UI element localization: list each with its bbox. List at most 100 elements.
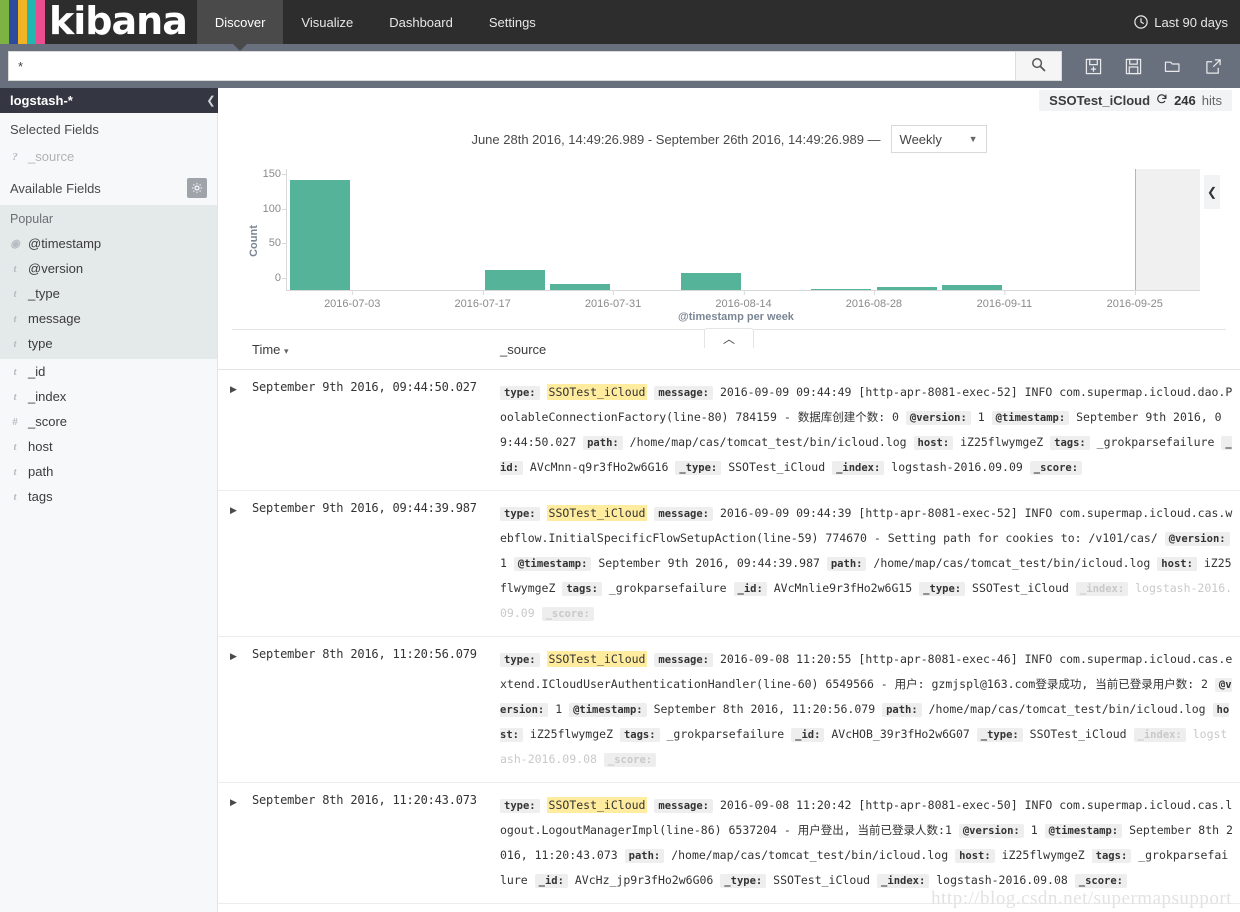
current-time-shade bbox=[1134, 169, 1200, 290]
row-timestamp: September 9th 2016, 09:44:39.987 bbox=[252, 501, 477, 515]
source-field-key: @version: bbox=[958, 824, 1024, 838]
field-item-score[interactable]: # _score bbox=[0, 409, 217, 434]
table-row[interactable]: ▶ September 9th 2016, 09:44:39.987 type: S… bbox=[218, 490, 1240, 637]
field-item-tags[interactable]: t tags bbox=[0, 484, 217, 509]
search-input[interactable] bbox=[9, 52, 1015, 80]
chart-plot-area[interactable]: 0 50 100 150 2016-07-03 2016-07-17 2016-07-31 2… bbox=[263, 168, 1200, 310]
source-field-value: /home/map/cas/tomcat_test/bin/icloud.log bbox=[629, 435, 907, 449]
row-expand-cell[interactable]: ▶ bbox=[218, 490, 246, 637]
query-bar-actions bbox=[1062, 51, 1232, 81]
histogram-bar[interactable] bbox=[485, 269, 546, 290]
table-row[interactable]: ▶ September 8th 2016, 11:20:43.073 type: S… bbox=[218, 782, 1240, 904]
source-column-header[interactable]: _source bbox=[494, 330, 1240, 370]
y-axis-tick: 100 bbox=[262, 202, 288, 215]
field-item-host[interactable]: t host bbox=[0, 434, 217, 459]
row-source-content: type: SSOTest_iCloud message: 2016-09-09… bbox=[500, 380, 1234, 480]
share-search-icon[interactable] bbox=[1194, 51, 1232, 81]
histogram-bar[interactable] bbox=[941, 285, 1002, 290]
sidebar-collapse-button[interactable]: ❮ bbox=[204, 88, 218, 113]
histogram-bar[interactable] bbox=[289, 180, 350, 290]
field-item-id[interactable]: t _id bbox=[0, 359, 217, 384]
histogram-bar[interactable] bbox=[811, 289, 872, 290]
field-type-t-icon: t bbox=[13, 465, 17, 478]
x-axis-tick: 2016-08-14 bbox=[715, 290, 772, 310]
histogram-bar[interactable] bbox=[550, 283, 611, 290]
x-axis-tick: 2016-09-11 bbox=[976, 290, 1033, 310]
index-pattern-label: logstash-* bbox=[10, 93, 73, 108]
time-column-header[interactable]: Time ▾ bbox=[246, 330, 494, 370]
field-item-type[interactable]: t type bbox=[0, 331, 217, 356]
caret-right-icon[interactable]: ▶ bbox=[224, 505, 237, 515]
field-item-message[interactable]: t message bbox=[0, 306, 217, 331]
chart-toggle-button[interactable]: ︿ bbox=[704, 328, 754, 348]
row-expand-cell[interactable]: ▶ bbox=[218, 782, 246, 904]
open-search-icon[interactable] bbox=[1154, 51, 1192, 81]
source-field-key: _id: bbox=[791, 728, 825, 742]
histogram-bar[interactable] bbox=[876, 286, 937, 290]
chart-collapse-button[interactable]: ❮ bbox=[1204, 175, 1220, 209]
field-name: _source bbox=[28, 149, 75, 164]
source-field-value: _grokparsefailure bbox=[666, 727, 785, 741]
source-field-value: SSOTest_iCloud bbox=[1029, 727, 1127, 741]
interval-select[interactable]: Weekly ▼ bbox=[890, 125, 987, 153]
logo-bar-4 bbox=[27, 0, 36, 44]
x-axis-tick: 2016-07-17 bbox=[454, 290, 511, 310]
source-field-value: iZ25flwymgeZ bbox=[1001, 848, 1085, 862]
field-item-path[interactable]: t path bbox=[0, 459, 217, 484]
nav-tab-settings[interactable]: Settings bbox=[471, 0, 554, 44]
histogram-block: June 28th 2016, 14:49:26.989 - September… bbox=[218, 113, 1240, 348]
caret-down-icon: ▾ bbox=[284, 346, 289, 356]
field-item-version[interactable]: t @version bbox=[0, 256, 217, 281]
chevron-up-icon: ︿ bbox=[722, 332, 735, 346]
source-field-key: path: bbox=[826, 557, 867, 571]
row-expand-cell[interactable]: ▶ bbox=[218, 636, 246, 783]
field-type-t-icon: t bbox=[13, 365, 17, 378]
gear-icon[interactable] bbox=[187, 178, 207, 198]
source-field-key: tags: bbox=[1050, 436, 1090, 450]
nav-tab-visualize[interactable]: Visualize bbox=[283, 0, 371, 44]
source-field-key: _score: bbox=[1029, 461, 1083, 475]
table-row[interactable]: ▶ September 8th 2016, 11:20:56.079 type: S… bbox=[218, 636, 1240, 783]
source-field-value: 1 bbox=[555, 702, 563, 716]
popular-label: Popular bbox=[0, 205, 217, 231]
new-search-icon[interactable] bbox=[1074, 51, 1112, 81]
refresh-icon[interactable] bbox=[1156, 93, 1168, 108]
histogram-bar[interactable] bbox=[680, 272, 741, 290]
app-shell: logstash-* ❮ Selected Fields ? _source Av… bbox=[0, 88, 1240, 912]
logo-bar-5 bbox=[36, 0, 45, 44]
field-type-clock-icon: ◉ bbox=[10, 238, 20, 250]
field-name: @timestamp bbox=[28, 236, 102, 251]
row-time-cell: September 9th 2016, 09:44:50.027 bbox=[246, 369, 494, 491]
source-field-key: message: bbox=[654, 799, 713, 813]
field-name: path bbox=[28, 464, 54, 479]
caret-right-icon[interactable]: ▶ bbox=[224, 651, 237, 661]
source-field-key: @timestamp: bbox=[1044, 824, 1123, 838]
chart-divider: ︿ bbox=[232, 328, 1226, 348]
source-field-key: type: bbox=[500, 386, 540, 400]
field-item-source[interactable]: ? _source bbox=[0, 144, 217, 169]
row-expand-cell[interactable]: ▶ bbox=[218, 369, 246, 491]
save-search-icon[interactable] bbox=[1114, 51, 1152, 81]
nav-tab-dashboard[interactable]: Dashboard bbox=[371, 0, 471, 44]
table-row[interactable]: ▶ September 9th 2016, 09:44:50.027 type: S… bbox=[218, 369, 1240, 491]
source-field-value: _grokparsefailure bbox=[608, 581, 727, 595]
y-axis-tick: 150 bbox=[262, 168, 288, 181]
time-picker[interactable]: Last 90 days bbox=[1134, 0, 1240, 44]
nav-tab-discover[interactable]: Discover bbox=[196, 0, 284, 51]
source-field-value: logstash-2016.09.08 bbox=[936, 873, 1068, 887]
source-field-key: path: bbox=[624, 849, 665, 863]
field-item-type[interactable]: t _type bbox=[0, 281, 217, 306]
source-field-value: SSOTest_iCloud bbox=[728, 460, 826, 474]
available-fields-list: t _id t _index # _score t host t path t tags bbox=[0, 359, 217, 509]
x-axis-tick: 2016-07-31 bbox=[584, 290, 642, 310]
caret-right-icon[interactable]: ▶ bbox=[224, 797, 237, 807]
source-field-key: _type: bbox=[675, 461, 722, 475]
field-item-timestamp[interactable]: ◉ @timestamp bbox=[0, 231, 217, 256]
source-field-value: SSOTest_iCloud bbox=[773, 873, 871, 887]
index-pattern-header[interactable]: logstash-* bbox=[0, 88, 217, 113]
field-type-t-icon: t bbox=[13, 390, 17, 403]
caret-right-icon[interactable]: ▶ bbox=[224, 384, 237, 394]
field-item-index[interactable]: t _index bbox=[0, 384, 217, 409]
source-field-key: @version: bbox=[1164, 532, 1230, 546]
search-submit-button[interactable] bbox=[1015, 52, 1061, 80]
